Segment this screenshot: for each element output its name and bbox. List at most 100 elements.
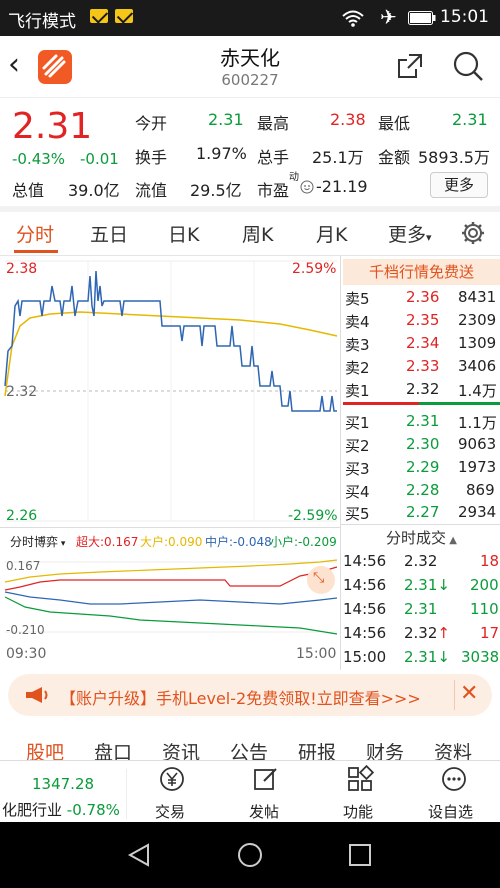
trade3-price: 2.31 xyxy=(404,600,438,618)
open-label: 今开 xyxy=(135,114,168,133)
ask5-label: 卖5 xyxy=(345,290,370,308)
bid2-label: 买2 xyxy=(345,437,370,455)
flow-title-label: 分时博弈 xyxy=(10,535,59,549)
section-divider xyxy=(0,206,500,212)
ask3-price: 2.34 xyxy=(406,334,440,352)
ask1-label: 卖1 xyxy=(345,382,370,400)
yen-circle-icon xyxy=(160,767,184,791)
expand-chart-button[interactable]: ⤡ xyxy=(307,566,335,594)
caret-up-icon: ▲ xyxy=(446,535,457,546)
bid2-price: 2.30 xyxy=(406,435,440,453)
bid2-volume: 9063 xyxy=(458,435,497,453)
bid3-price: 2.29 xyxy=(406,458,440,476)
trade5-volume: 3038 xyxy=(461,648,500,666)
ask4-label: 卖4 xyxy=(345,313,370,331)
industry-index-value: 1347.28 xyxy=(32,775,95,793)
bid3-volume: 1973 xyxy=(458,458,497,476)
price-axis-bottom: 2.26 xyxy=(6,508,38,524)
more-info-button[interactable]: 更多 xyxy=(430,172,488,198)
trade4-time: 14:56 xyxy=(343,624,387,642)
bid1-price: 2.31 xyxy=(406,412,440,430)
order-book-banner[interactable]: 千档行情免费送 xyxy=(343,259,500,285)
bid3-label: 买3 xyxy=(345,460,370,478)
trade4-price: 2.32↑ xyxy=(404,624,450,642)
low-value: 2.31 xyxy=(452,110,488,129)
settings-gear-icon[interactable] xyxy=(460,220,486,246)
trades-title-label: 分时成交 xyxy=(386,529,447,547)
trade4-price-value: 2.32 xyxy=(404,624,438,642)
price-axis-mid: 2.32 xyxy=(6,384,38,400)
float-label: 流值 xyxy=(135,181,168,200)
close-icon[interactable]: ✕ xyxy=(460,681,478,706)
time-axis-start: 09:30 xyxy=(6,646,47,662)
tab-five-day[interactable]: 五日 xyxy=(90,220,128,247)
low-label: 最低 xyxy=(378,114,411,133)
tab-intraday[interactable]: 分时 xyxy=(16,220,54,247)
tab-more[interactable]: 更多▾ xyxy=(388,220,432,247)
bid5-volume: 2934 xyxy=(458,503,497,521)
ask2-label: 卖2 xyxy=(345,359,370,377)
home-circle-icon[interactable] xyxy=(236,841,264,869)
ask-strength-bar xyxy=(343,402,419,405)
industry-change: -0.78% xyxy=(66,801,120,819)
flow-title[interactable]: 分时博弈 ▾ xyxy=(10,533,65,550)
bottom-toolbar: 1347.28 化肥行业 -0.78% 交易 发帖 功能 设自选 xyxy=(0,760,500,822)
trades-divider xyxy=(341,524,500,525)
pe-value: -21.19 xyxy=(316,177,368,196)
trade1-volume: 18 xyxy=(480,552,500,570)
price-axis-top: 2.38 xyxy=(6,261,38,277)
trades-title[interactable]: 分时成交 ▲ xyxy=(386,527,457,548)
flow-mid-line xyxy=(4,591,338,605)
trade3-volume: 110 xyxy=(470,600,499,618)
flow-axis-bottom: -0.210 xyxy=(6,623,45,637)
share-icon[interactable] xyxy=(396,52,424,80)
promo-banner[interactable]: 【账户升级】手机Level-2免费领取!立即查看>>> ✕ xyxy=(8,674,492,716)
open-value: 2.31 xyxy=(208,110,244,129)
post-button[interactable]: 发帖 xyxy=(234,761,298,823)
last-price: 2.31 xyxy=(12,106,93,147)
airplane-icon: ✈ xyxy=(380,5,397,29)
functions-button[interactable]: 功能 xyxy=(328,761,392,823)
recents-square-icon[interactable] xyxy=(348,843,372,867)
bid-strength-bar xyxy=(419,402,500,405)
ask2-price: 2.33 xyxy=(406,357,440,375)
trade-button[interactable]: 交易 xyxy=(140,761,204,823)
mail-notification-icon xyxy=(90,9,108,23)
customize-watchlist-button[interactable]: 设自选 xyxy=(420,761,490,823)
ask4-volume: 2309 xyxy=(458,311,497,329)
app-header: ‹ 赤天化 600227 xyxy=(0,36,500,98)
pct-axis-top: 2.59% xyxy=(292,261,337,277)
industry-index[interactable]: 1347.28 化肥行业 -0.78% xyxy=(0,761,125,823)
mail-notification-icon-2 xyxy=(115,9,133,23)
ask5-price: 2.36 xyxy=(406,288,440,306)
turnover-value: 1.97% xyxy=(196,144,247,163)
ask5-volume: 8431 xyxy=(458,288,497,306)
intraday-price-chart[interactable] xyxy=(0,256,342,526)
ask4-price: 2.35 xyxy=(406,311,440,329)
promo-text: 【账户升级】手机Level-2免费领取!立即查看>>> xyxy=(60,689,421,708)
status-bar: 飞行模式 ✈ 15:01 xyxy=(0,0,500,36)
bid5-price: 2.27 xyxy=(406,503,440,521)
megaphone-icon xyxy=(26,687,48,703)
back-triangle-icon[interactable] xyxy=(126,842,152,868)
tab-weekly-k[interactable]: 周K xyxy=(242,220,273,247)
trade5-price-value: 2.31 xyxy=(404,648,438,666)
trade2-volume: 200 xyxy=(470,576,499,594)
system-nav-bar xyxy=(0,822,500,888)
change-value: -0.01 xyxy=(80,150,119,168)
tab-monthly-k[interactable]: 月K xyxy=(316,220,347,247)
tab-daily-k[interactable]: 日K xyxy=(168,220,199,247)
bid4-price: 2.28 xyxy=(406,481,440,499)
trade1-time: 14:56 xyxy=(343,552,387,570)
bid1-label: 买1 xyxy=(345,414,370,432)
trade1-price: 2.32 xyxy=(404,552,438,570)
industry-name: 化肥行业 -0.78% xyxy=(2,799,120,820)
caret-down-icon: ▾ xyxy=(58,539,66,549)
ask1-price: 2.32 xyxy=(406,380,440,398)
capital-flow-chart[interactable] xyxy=(0,552,342,644)
bid1-volume: 1.1万 xyxy=(458,414,497,432)
flow-super-line xyxy=(4,566,338,591)
search-icon[interactable] xyxy=(452,50,484,82)
pct-axis-bottom: -2.59% xyxy=(288,508,338,524)
volume-value: 25.1万 xyxy=(312,148,364,167)
